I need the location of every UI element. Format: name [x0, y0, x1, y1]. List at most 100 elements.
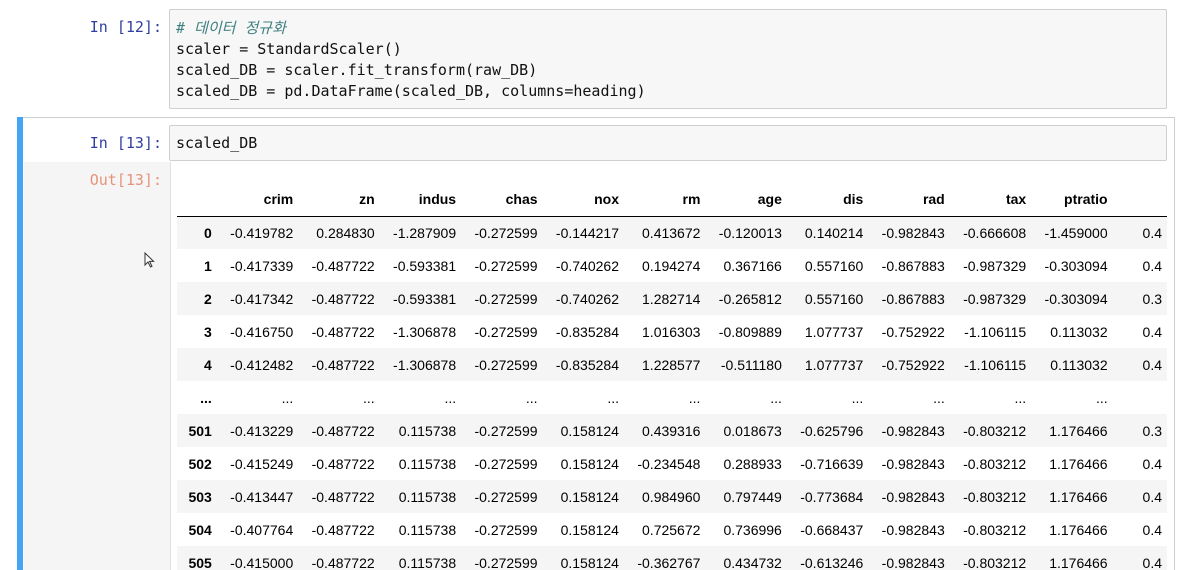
table-row: 503 -0.413447 -0.487722 0.115738 -0.272599 0.… [177, 480, 1167, 513]
table-cell: 0.4 [1142, 323, 1162, 340]
table-cell: 1.176466 [1049, 488, 1108, 505]
table-cell: ... [851, 389, 864, 406]
column-header: indus [379, 182, 462, 217]
table-cell: -0.265812 [718, 290, 782, 307]
code-comment-line: # 데이터 정규화 [176, 19, 286, 37]
table-cell: -1.459000 [1044, 224, 1108, 241]
table-cell: 0.158124 [560, 422, 619, 439]
table-cell: 0.113032 [1050, 323, 1108, 340]
table-cell: 0.158124 [560, 554, 619, 570]
table-cell: 0.113032 [1050, 356, 1108, 373]
table-cell: -0.803212 [963, 521, 1027, 538]
table-cell: -0.272599 [474, 224, 538, 241]
table-cell: -0.487722 [311, 422, 375, 439]
table-row: 2 -0.417342 -0.487722 -0.593381 -0.272599 -0.… [177, 282, 1167, 315]
table-row: 505 -0.415000 -0.487722 0.115738 -0.272599 0.… [177, 546, 1167, 570]
table-cell: ... [770, 389, 782, 406]
code-editor-12[interactable]: # 데이터 정규화 scaler = StandardScaler() scaled… [169, 9, 1167, 109]
table-cell: 0.158124 [560, 488, 619, 505]
table-cell: ... [1014, 389, 1027, 406]
table-cell: ... [933, 389, 945, 406]
code-editor-13[interactable]: scaled_DB [169, 125, 1167, 161]
column-header: ptratio [1031, 182, 1113, 217]
table-cell: -0.487722 [311, 488, 375, 505]
column-header: zn [298, 182, 380, 217]
table-cell: -0.982843 [881, 422, 945, 439]
row-index: 0 [204, 224, 212, 241]
table-cell: -0.835284 [555, 356, 619, 373]
table-cell: 0.4 [1142, 488, 1162, 505]
in-prompt-13: In [13]: [89, 134, 162, 152]
table-cell: ... [607, 389, 619, 406]
table-row: 0 -0.419782 0.284830 -1.287909 -0.272599 -0.1… [177, 216, 1167, 249]
table-cell: ... [281, 389, 294, 406]
table-cell: -0.982843 [881, 488, 945, 505]
table-cell: -0.272599 [474, 488, 538, 505]
table-cell: 0.3 [1142, 422, 1162, 439]
table-cell: ... [688, 389, 701, 406]
table-cell: -0.272599 [474, 422, 538, 439]
table-cell: 0.557160 [804, 257, 864, 274]
table-cell: -0.666608 [963, 224, 1027, 241]
table-cell: -0.835284 [555, 323, 619, 340]
table-cell: -0.362767 [637, 554, 701, 570]
table-cell: 0.158124 [560, 455, 619, 472]
table-cell: ... [525, 389, 538, 406]
column-header [1112, 182, 1167, 217]
table-cell: -1.287909 [393, 224, 457, 241]
table-cell: -0.417339 [230, 257, 294, 274]
code-cell-12[interactable]: In [12]: # 데이터 정규화 scaler = StandardScale… [0, 0, 1188, 116]
table-cell: 1.077737 [804, 323, 864, 340]
dataframe-table: crim zn indus chas nox rm age dis rad tax ptratio … [177, 182, 1167, 570]
row-index: 502 [188, 455, 212, 472]
table-row: 1 -0.417339 -0.487722 -0.593381 -0.272599 -0.… [177, 249, 1167, 282]
table-cell: -0.407764 [230, 521, 294, 538]
row-index: 1 [204, 257, 212, 274]
table-cell: -0.272599 [474, 290, 538, 307]
output-prompt-area[interactable] [24, 162, 171, 570]
table-cell: 0.115738 [398, 455, 457, 472]
table-cell: 1.016303 [642, 323, 701, 340]
table-cell: -0.272599 [474, 257, 538, 274]
table-cell: 0.557160 [804, 290, 864, 307]
table-cell: -0.272599 [474, 356, 538, 373]
table-cell: -1.306878 [393, 323, 457, 340]
table-cell: -1.306878 [393, 356, 457, 373]
table-cell: 0.140214 [804, 224, 864, 241]
table-cell: -0.234548 [637, 455, 701, 472]
table-cell: -0.415249 [230, 455, 294, 472]
column-header: age [705, 182, 787, 217]
table-cell: -1.106115 [964, 356, 1027, 373]
out-prompt-13: Out[13]: [89, 171, 162, 189]
table-cell: -0.867883 [881, 290, 945, 307]
table-cell: -0.982843 [881, 521, 945, 538]
table-cell: -0.412482 [230, 356, 294, 373]
table-cell: -0.272599 [474, 554, 538, 570]
table-cell: 0.288933 [723, 455, 782, 472]
table-row: 502 -0.415249 -0.487722 0.115738 -0.272599 0.… [177, 447, 1167, 480]
table-cell: -0.487722 [311, 356, 375, 373]
table-cell: 0.367166 [723, 257, 782, 274]
table-cell: 0.725672 [642, 521, 701, 538]
row-index: 2 [204, 290, 212, 307]
column-header: tax [949, 182, 1032, 217]
table-row: 504 -0.407764 -0.487722 0.115738 -0.272599 0.… [177, 513, 1167, 546]
table-cell: 0.3 [1142, 290, 1162, 307]
table-cell: 0.115738 [398, 422, 457, 439]
table-cell: -0.773684 [800, 488, 864, 505]
mouse-cursor-icon [144, 252, 155, 268]
row-index: 4 [204, 356, 212, 373]
table-cell: -0.982843 [881, 455, 945, 472]
table-cell: 0.115738 [398, 554, 457, 570]
table-cell: -0.625796 [800, 422, 864, 439]
table-cell: -0.272599 [474, 323, 538, 340]
table-cell: 1.176466 [1049, 455, 1108, 472]
column-header: dis [786, 182, 869, 217]
table-cell: 0.194274 [642, 257, 701, 274]
dataframe-output[interactable]: crim zn indus chas nox rm age dis rad tax ptratio … [177, 182, 1167, 570]
table-row: 501 -0.413229 -0.487722 0.115738 -0.272599 0.… [177, 414, 1167, 447]
code-line: scaled_DB = pd.DataFrame(scaled_DB, colu… [176, 82, 646, 100]
table-cell: -1.106115 [964, 323, 1027, 340]
column-header: rm [623, 182, 706, 217]
table-cell: 1.176466 [1049, 554, 1108, 570]
